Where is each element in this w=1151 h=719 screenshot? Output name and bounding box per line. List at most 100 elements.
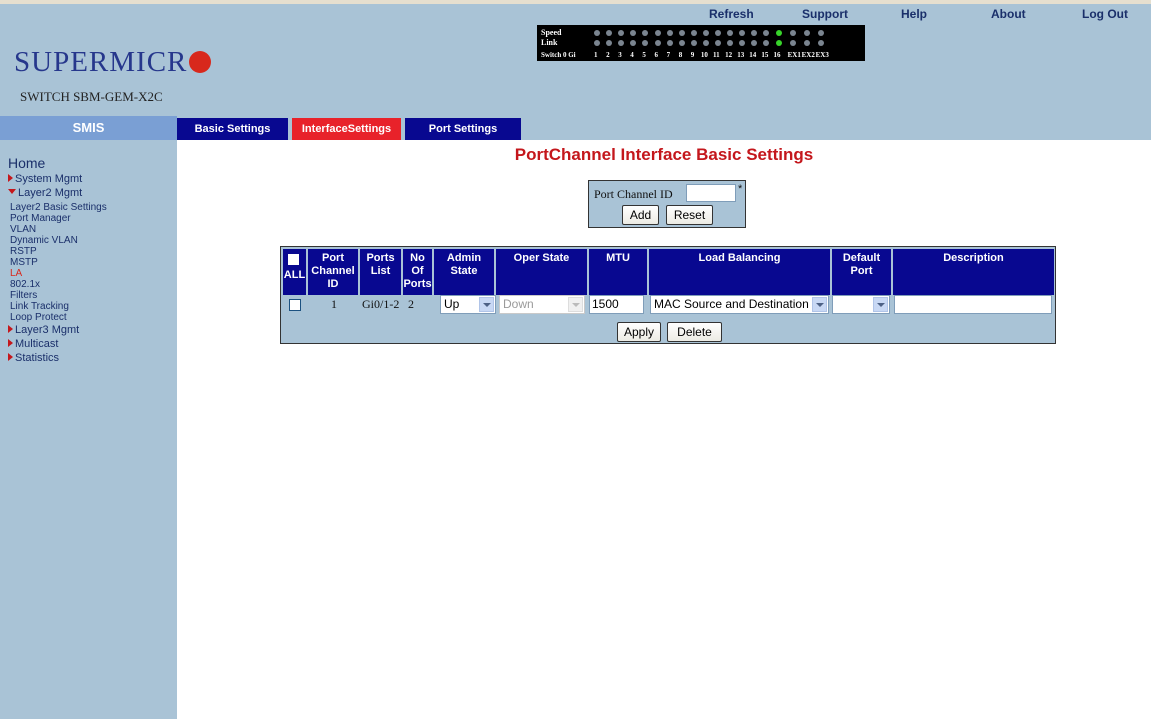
link-led-ex1 bbox=[789, 40, 796, 46]
speed-led-8 bbox=[678, 30, 685, 36]
top-links: Refresh Support Help About Log Out bbox=[0, 7, 1151, 23]
all-label: ALL bbox=[283, 269, 306, 281]
link-led-1 bbox=[594, 40, 600, 46]
chevron-down-icon bbox=[479, 297, 494, 312]
row-select-checkbox[interactable] bbox=[289, 299, 301, 311]
add-button[interactable]: Add bbox=[622, 205, 659, 225]
tab-basic-settings[interactable]: Basic Settings bbox=[177, 118, 288, 140]
description-input[interactable] bbox=[894, 295, 1052, 314]
speed-led-12 bbox=[727, 30, 734, 36]
link-led-3 bbox=[618, 40, 625, 46]
cell-port-channel-id: 1 bbox=[331, 297, 337, 311]
header-top-border bbox=[0, 0, 1151, 4]
page-title: PortChannel Interface Basic Settings bbox=[514, 145, 814, 164]
sidebar-sub-la[interactable]: LA bbox=[10, 268, 22, 279]
mtu-input[interactable]: 1500 bbox=[589, 295, 644, 314]
link-led-14 bbox=[751, 40, 758, 46]
cell-no-of-ports: 2 bbox=[408, 297, 414, 311]
link-led-11 bbox=[715, 40, 721, 46]
sidebar-sub-mstp[interactable]: MSTP bbox=[10, 257, 38, 268]
port-label-1: 1 bbox=[594, 51, 598, 59]
port-label-6: 6 bbox=[654, 51, 659, 59]
header-default-port: Default Port bbox=[832, 249, 891, 295]
sidebar-sub-dynamic-vlan[interactable]: Dynamic VLAN bbox=[10, 235, 78, 246]
sidebar-item-label: Layer2 Mgmt bbox=[18, 187, 83, 199]
delete-button[interactable]: Delete bbox=[667, 322, 722, 342]
tab-port-settings[interactable]: Port Settings bbox=[405, 118, 521, 140]
sidebar-sub-802-1x[interactable]: 802.1x bbox=[10, 279, 40, 290]
speed-led-1 bbox=[594, 30, 600, 36]
port-channel-id-input[interactable] bbox=[686, 184, 736, 202]
port-status-panel: Speed Link Switch 0 Gi 1 2 3 4 5 6 7 8 9 10 11 12 13… bbox=[537, 25, 865, 61]
link-led-9 bbox=[690, 40, 697, 46]
switch-label: Switch 0 Gi bbox=[541, 51, 576, 59]
sidebar-sub-filters[interactable]: Filters bbox=[10, 290, 37, 301]
switch-model: SWITCH SBM-GEM-X2C bbox=[20, 89, 163, 104]
select-all-checkbox[interactable] bbox=[288, 254, 299, 265]
port-label-10: 10 bbox=[700, 51, 708, 59]
oper-state-select: Down bbox=[499, 295, 585, 314]
link-row-label: Link bbox=[541, 38, 558, 47]
sidebar-item-statistics[interactable]: Statistics bbox=[8, 352, 59, 364]
link-led-ex3 bbox=[817, 40, 824, 46]
about-link[interactable]: About bbox=[991, 7, 1026, 21]
port-channel-form: Port Channel ID * Add Reset bbox=[588, 180, 746, 228]
load-balancing-select[interactable]: MAC Source and Destination bbox=[650, 295, 829, 314]
link-led-13 bbox=[739, 40, 746, 46]
chevron-down-icon bbox=[873, 297, 888, 312]
support-link[interactable]: Support bbox=[802, 7, 848, 21]
admin-state-select[interactable]: Up bbox=[440, 295, 496, 314]
sidebar-item-multicast[interactable]: Multicast bbox=[8, 338, 58, 350]
port-label-13: 13 bbox=[737, 51, 745, 59]
apply-button[interactable]: Apply bbox=[617, 322, 661, 342]
reset-button[interactable]: Reset bbox=[666, 205, 713, 225]
header-port-channel-id: Port Channel ID bbox=[308, 249, 358, 295]
link-led-5 bbox=[642, 40, 649, 46]
cell-ports-list: Gi0/1-2 bbox=[362, 297, 400, 311]
link-led-4 bbox=[630, 40, 637, 46]
sidebar-sub-link-tracking[interactable]: Link Tracking bbox=[10, 301, 69, 312]
sidebar-sub-layer2-basic-settings[interactable]: Layer2 Basic Settings bbox=[10, 202, 107, 213]
sidebar: Home System Mgmt Layer2 Mgmt Layer2 Basi… bbox=[0, 140, 177, 719]
sidebar-sub-vlan[interactable]: VLAN bbox=[10, 224, 36, 235]
port-label-16: 16 bbox=[773, 51, 781, 59]
speed-led-5 bbox=[642, 30, 649, 36]
sidebar-sub-port-manager[interactable]: Port Manager bbox=[10, 213, 71, 224]
sidebar-item-layer3-mgmt[interactable]: Layer3 Mgmt bbox=[8, 324, 79, 336]
chevron-down-icon bbox=[568, 297, 583, 312]
sidebar-sub-rstp[interactable]: RSTP bbox=[10, 246, 37, 257]
refresh-link[interactable]: Refresh bbox=[709, 7, 754, 21]
link-led-10 bbox=[702, 40, 709, 46]
port-channel-id-label: Port Channel ID bbox=[594, 187, 673, 201]
port-label-8: 8 bbox=[678, 51, 683, 59]
sidebar-home[interactable]: Home bbox=[8, 155, 45, 171]
supermicro-logo: SUPERMICR bbox=[14, 46, 212, 79]
speed-led-15 bbox=[763, 30, 770, 36]
header-description: Description bbox=[893, 249, 1054, 295]
link-led-ex2 bbox=[803, 40, 810, 46]
sidebar-item-layer2-mgmt[interactable]: Layer2 Mgmt bbox=[8, 187, 82, 199]
speed-led-16 bbox=[775, 30, 782, 36]
tab-interface-settings[interactable]: InterfaceSettings bbox=[292, 118, 401, 140]
sidebar-item-system-mgmt[interactable]: System Mgmt bbox=[8, 173, 82, 185]
load-balancing-value: MAC Source and Destination bbox=[654, 297, 809, 311]
speed-led-9 bbox=[690, 30, 697, 36]
header-oper-state: Oper State bbox=[496, 249, 587, 295]
logout-link[interactable]: Log Out bbox=[1082, 7, 1128, 21]
speed-led-ex2 bbox=[803, 30, 810, 36]
admin-state-value: Up bbox=[444, 297, 460, 311]
chevron-down-icon bbox=[812, 297, 827, 312]
port-label-7: 7 bbox=[666, 51, 671, 59]
speed-led-3 bbox=[618, 30, 625, 36]
speed-led-6 bbox=[654, 30, 661, 36]
help-link[interactable]: Help bbox=[901, 7, 927, 21]
port-label-4: 4 bbox=[630, 51, 634, 59]
sidebar-item-label: Layer3 Mgmt bbox=[15, 324, 80, 336]
sidebar-item-label: System Mgmt bbox=[15, 173, 83, 185]
speed-led-11 bbox=[715, 30, 721, 36]
speed-led-13 bbox=[739, 30, 746, 36]
port-label-14: 14 bbox=[749, 51, 757, 59]
sidebar-item-label: Multicast bbox=[15, 338, 59, 350]
sidebar-sub-loop-protect[interactable]: Loop Protect bbox=[10, 312, 67, 323]
default-port-select[interactable] bbox=[832, 295, 890, 314]
